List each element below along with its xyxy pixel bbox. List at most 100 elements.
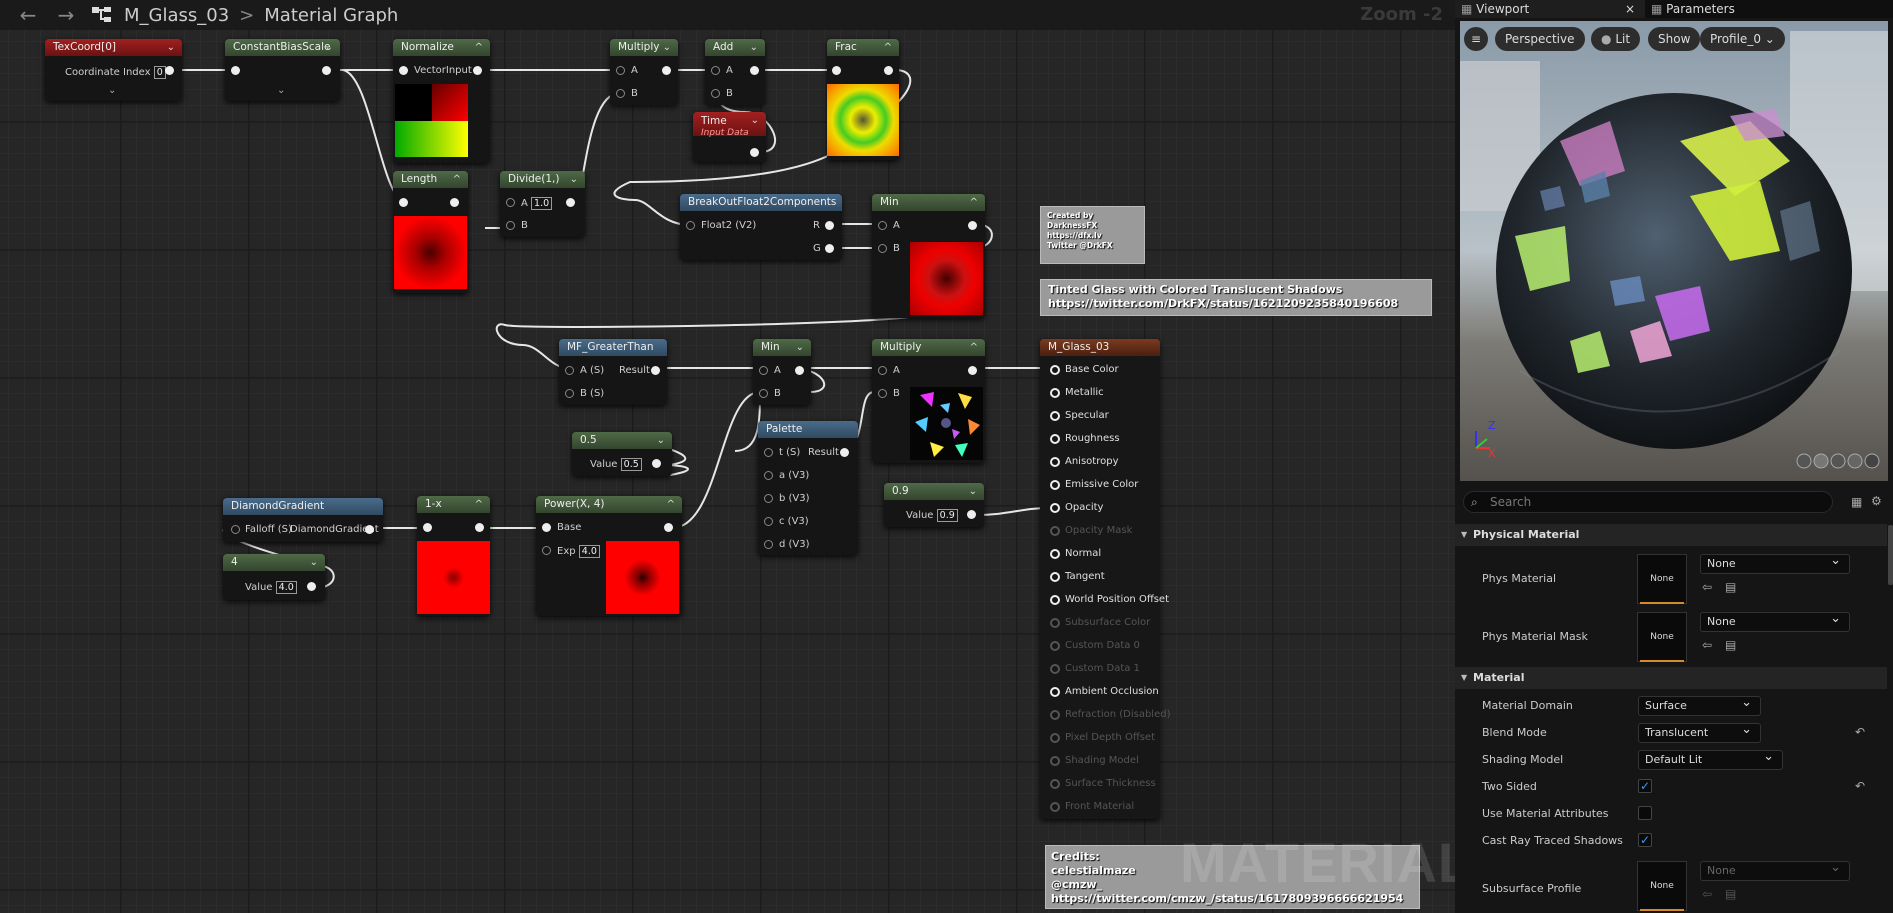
- node-add[interactable]: Add ⌄ A B: [705, 39, 765, 105]
- browse-arrow-icon[interactable]: ⇦: [1702, 638, 1712, 652]
- asset-thumbnail[interactable]: None: [1637, 554, 1687, 604]
- output-pin-r[interactable]: [825, 221, 834, 230]
- output-pin[interactable]: [840, 448, 849, 457]
- graph-tree-icon[interactable]: [90, 5, 114, 25]
- gear-icon[interactable]: ⚙: [1871, 494, 1882, 508]
- expand-chevron-icon[interactable]: ⌄: [277, 85, 285, 96]
- input-pin-b[interactable]: [506, 221, 515, 230]
- show-button[interactable]: Show: [1648, 27, 1701, 51]
- result-input-pin[interactable]: [1050, 503, 1060, 513]
- output-pin[interactable]: [365, 525, 374, 534]
- viewport-menu-button[interactable]: ≡: [1464, 27, 1488, 51]
- output-pin[interactable]: [652, 459, 661, 468]
- node-diamond-gradient[interactable]: DiamondGradient Falloff (S) DiamondGradi…: [223, 498, 383, 542]
- result-input-pin[interactable]: [1050, 457, 1060, 467]
- input-pin[interactable]: [231, 66, 240, 75]
- reset-arrow-icon[interactable]: ↶: [1855, 779, 1865, 793]
- tab-parameters[interactable]: ▦ Parameters: [1645, 0, 1845, 18]
- checkbox[interactable]: ✓: [1638, 833, 1652, 847]
- divide-a-value[interactable]: 1.0: [531, 197, 553, 210]
- output-pin[interactable]: [968, 221, 977, 230]
- node-one-minus[interactable]: 1-x ^: [417, 496, 490, 616]
- output-pin[interactable]: [322, 66, 331, 75]
- result-input-pin[interactable]: [1050, 618, 1060, 628]
- comment-tinted-glass[interactable]: Tinted Glass with Colored Translucent Sh…: [1040, 279, 1432, 316]
- perspective-button[interactable]: Perspective: [1495, 27, 1585, 51]
- input-pin-b[interactable]: [565, 389, 574, 398]
- section-physical-material[interactable]: Physical Material: [1455, 524, 1887, 546]
- output-pin[interactable]: [750, 148, 759, 157]
- output-pin[interactable]: [475, 523, 484, 532]
- node-divide[interactable]: Divide(1,) ⌄ A 1.0 B: [500, 171, 585, 237]
- input-pin-a[interactable]: [764, 471, 773, 480]
- input-pin-a[interactable]: [878, 221, 887, 230]
- material-graph-canvas[interactable]: ← → M_Glass_03 > Material Graph Zoom -2 …: [0, 0, 1455, 913]
- node-constant-4[interactable]: 4 ⌄ Value 4.0: [223, 554, 325, 600]
- node-time[interactable]: Time ⌄ Input Data: [693, 112, 766, 162]
- input-pin[interactable]: [423, 523, 432, 532]
- result-input-pin[interactable]: [1050, 411, 1060, 421]
- reset-arrow-icon[interactable]: ↶: [1855, 725, 1865, 739]
- material-preview-viewport[interactable]: Z X ≡ Perspective ● Lit Show Profile_0 ⌄: [1460, 21, 1888, 481]
- input-pin-b[interactable]: [764, 494, 773, 503]
- output-pin-g[interactable]: [825, 244, 834, 253]
- coordinate-index-value[interactable]: 0: [153, 66, 166, 79]
- folder-icon[interactable]: ▤: [1725, 638, 1736, 652]
- output-pin[interactable]: [165, 66, 174, 75]
- input-pin[interactable]: [832, 66, 841, 75]
- result-input-pin[interactable]: [1050, 641, 1060, 651]
- output-pin[interactable]: [450, 198, 459, 207]
- output-pin[interactable]: [651, 366, 660, 375]
- node-frac[interactable]: Frac ^: [827, 39, 899, 160]
- input-pin-a[interactable]: [565, 366, 574, 375]
- close-icon[interactable]: ×: [1625, 0, 1635, 18]
- output-pin[interactable]: [473, 66, 482, 75]
- node-min[interactable]: Min ^ A B: [872, 194, 985, 318]
- node-mf-greater-than[interactable]: MF_GreaterThan A (S) Result B (S): [559, 339, 667, 405]
- result-input-pin[interactable]: [1050, 526, 1060, 536]
- scrollbar[interactable]: [1888, 525, 1893, 585]
- result-input-pin[interactable]: [1050, 595, 1060, 605]
- browse-arrow-icon[interactable]: ⇦: [1702, 887, 1712, 901]
- checkbox[interactable]: [1638, 806, 1652, 820]
- lit-button[interactable]: ● Lit: [1591, 27, 1641, 51]
- input-pin-b[interactable]: [878, 389, 887, 398]
- node-breakout-float2[interactable]: BreakOutFloat2Components Float2 (V2) R G: [680, 194, 842, 260]
- node-palette[interactable]: Palette t (S) Result a (V3) b (V3) c (V3…: [758, 421, 858, 555]
- constant-value[interactable]: 4.0: [275, 581, 297, 594]
- folder-icon[interactable]: ▤: [1725, 887, 1736, 901]
- breadcrumb-graph[interactable]: Material Graph: [264, 5, 398, 26]
- output-pin[interactable]: [967, 510, 976, 519]
- result-input-pin[interactable]: [1050, 664, 1060, 674]
- search-input[interactable]: ⌕ Search: [1463, 491, 1833, 513]
- node-length[interactable]: Length ^: [393, 171, 468, 293]
- output-pin[interactable]: [664, 523, 673, 532]
- asset-thumbnail[interactable]: None: [1637, 612, 1687, 662]
- node-multiply-2[interactable]: Multiply ^ A B: [872, 339, 985, 463]
- profile-dropdown[interactable]: Profile_0 ⌄: [1700, 27, 1785, 51]
- comment-created-by[interactable]: Created by DarknessFX https://dfx.lv Twi…: [1040, 206, 1145, 264]
- node-min-2[interactable]: Min ⌄ A B: [753, 339, 811, 405]
- output-pin[interactable]: [968, 366, 977, 375]
- input-pin-c[interactable]: [764, 517, 773, 526]
- asset-thumbnail[interactable]: None: [1637, 861, 1687, 911]
- constant-value[interactable]: 0.9: [936, 509, 958, 522]
- table-view-icon[interactable]: ▦: [1851, 495, 1862, 509]
- node-multiply[interactable]: Multiply ⌄ A B: [610, 39, 678, 105]
- tab-viewport[interactable]: ▦ Viewport ×: [1455, 0, 1645, 18]
- property-dropdown[interactable]: Default Lit: [1638, 748, 1783, 770]
- input-pin-a[interactable]: [506, 198, 515, 207]
- node-constant-09[interactable]: 0.9 ⌄ Value 0.9: [884, 483, 984, 527]
- input-pin-b[interactable]: [878, 244, 887, 253]
- output-pin[interactable]: [884, 66, 893, 75]
- output-pin[interactable]: [307, 582, 316, 591]
- result-input-pin[interactable]: [1050, 480, 1060, 490]
- result-input-pin[interactable]: [1050, 572, 1060, 582]
- section-material[interactable]: Material: [1455, 667, 1887, 689]
- input-pin-a[interactable]: [616, 66, 625, 75]
- result-input-pin[interactable]: [1050, 434, 1060, 444]
- node-material-result[interactable]: M_Glass_03 Base Color Metallic Specular Rou…: [1040, 339, 1171, 819]
- input-pin-t[interactable]: [764, 448, 773, 457]
- input-pin[interactable]: [399, 66, 408, 75]
- node-power[interactable]: Power(X, 4) ^ Base Exp 4.0: [536, 496, 682, 616]
